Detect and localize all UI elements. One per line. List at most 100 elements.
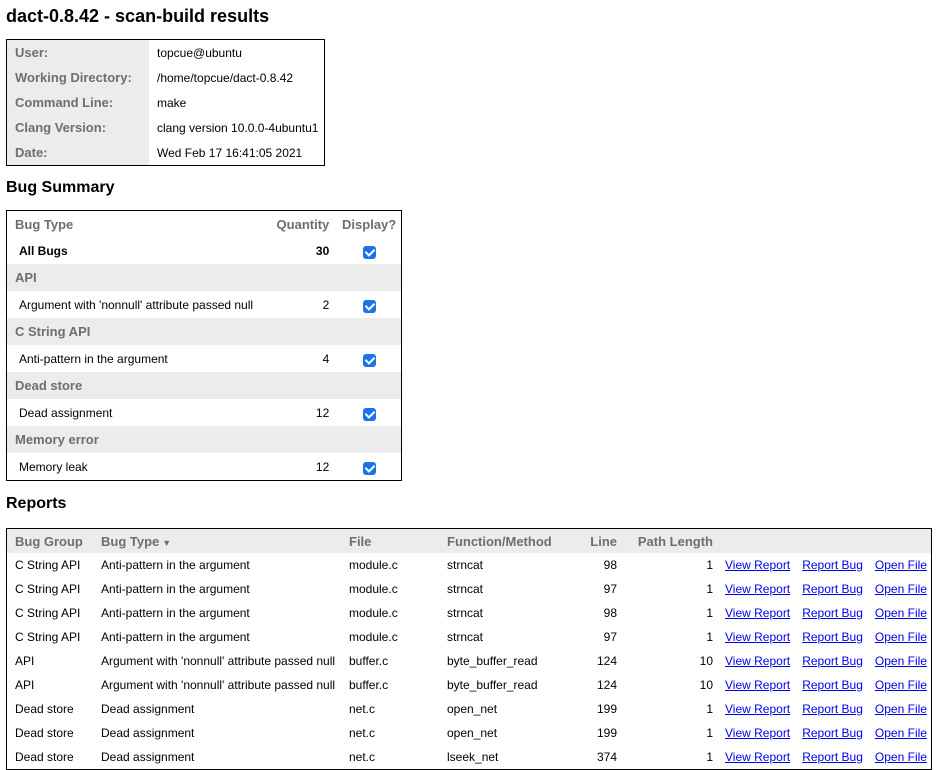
display-checkbox[interactable] bbox=[362, 407, 376, 421]
report-bug-link[interactable]: Report Bug bbox=[802, 582, 863, 596]
report-bug-link[interactable]: Report Bug bbox=[802, 558, 863, 572]
open-file-link[interactable]: Open File bbox=[875, 582, 927, 596]
summary-group-spacer bbox=[335, 318, 402, 345]
report-bug-link[interactable]: Report Bug bbox=[802, 726, 863, 740]
display-checkbox[interactable] bbox=[362, 299, 376, 313]
report-cell-path-length: 1 bbox=[706, 558, 713, 572]
report-cell-view-report-link: View Report bbox=[717, 673, 794, 697]
report-cell-path-length: 1 bbox=[706, 750, 713, 764]
info-label: Date: bbox=[6, 140, 149, 166]
info-label: Command Line: bbox=[6, 90, 149, 115]
summary-col-quantity: Quantity bbox=[267, 210, 336, 237]
info-value: clang version 10.0.0-4ubuntu1 bbox=[157, 120, 319, 135]
view-report-link[interactable]: View Report bbox=[725, 702, 790, 716]
open-file-link[interactable]: Open File bbox=[875, 726, 927, 740]
report-cell-bug-group: Dead store bbox=[15, 726, 74, 740]
open-file-link[interactable]: Open File bbox=[875, 558, 927, 572]
info-row: Working Directory: /home/topcue/dact-0.8.… bbox=[6, 65, 325, 90]
report-cell-file: buffer.c bbox=[349, 678, 389, 692]
summary-group-spacer bbox=[267, 372, 336, 399]
display-checkbox-all-bugs[interactable] bbox=[362, 245, 376, 259]
bug-summary-heading: Bug Summary bbox=[6, 179, 115, 196]
reports-header-row: Bug Group Bug Type ▼ File Function/Method… bbox=[6, 528, 932, 553]
report-cell-path-length: 10 bbox=[699, 678, 713, 692]
report-cell-path-length: 1 bbox=[706, 702, 713, 716]
display-checkbox[interactable] bbox=[362, 461, 376, 475]
info-row: Date: Wed Feb 17 16:41:05 2021 bbox=[6, 140, 325, 166]
report-cell-open-file-link: Open File bbox=[867, 601, 932, 625]
info-row: User: topcue@ubuntu bbox=[6, 39, 325, 65]
report-cell-view-report-link: View Report bbox=[717, 649, 794, 673]
col-line[interactable]: Line bbox=[575, 528, 621, 553]
summary-item-label: Memory leak bbox=[19, 459, 88, 474]
view-report-link[interactable]: View Report bbox=[725, 678, 790, 692]
col-file[interactable]: File bbox=[341, 528, 439, 553]
report-cell-bug-group: API bbox=[15, 678, 35, 692]
report-bug-link[interactable]: Report Bug bbox=[802, 702, 863, 716]
report-cell-line: 124 bbox=[596, 654, 617, 668]
view-report-link[interactable]: View Report bbox=[725, 630, 790, 644]
view-report-link[interactable]: View Report bbox=[725, 726, 790, 740]
summary-group-spacer bbox=[267, 426, 336, 453]
view-report-link[interactable]: View Report bbox=[725, 606, 790, 620]
report-cell-line: 124 bbox=[596, 678, 617, 692]
report-bug-link[interactable]: Report Bug bbox=[802, 654, 863, 668]
open-file-link[interactable]: Open File bbox=[875, 750, 927, 764]
report-cell-view-report-link: View Report bbox=[717, 601, 794, 625]
col-bug-group[interactable]: Bug Group bbox=[6, 528, 93, 553]
report-cell-bug-group: Dead store bbox=[15, 750, 74, 764]
summary-item-display bbox=[335, 345, 401, 372]
page-title: dact-0.8.42 - scan-build results bbox=[6, 6, 270, 26]
report-cell-function: lseek_net bbox=[447, 750, 499, 764]
report-bug-link[interactable]: Report Bug bbox=[802, 750, 863, 764]
report-cell-file: buffer.c bbox=[349, 654, 389, 668]
open-file-link[interactable]: Open File bbox=[875, 630, 927, 644]
display-checkbox[interactable] bbox=[362, 353, 376, 367]
report-bug-link[interactable]: Report Bug bbox=[802, 606, 863, 620]
report-cell-line: 98 bbox=[603, 606, 617, 620]
view-report-link[interactable]: View Report bbox=[725, 654, 790, 668]
open-file-link[interactable]: Open File bbox=[875, 654, 927, 668]
report-cell-open-file-link: Open File bbox=[867, 577, 932, 601]
report-cell-bug-type: Anti-pattern in the argument bbox=[101, 558, 250, 572]
open-file-link[interactable]: Open File bbox=[875, 606, 927, 620]
view-report-link[interactable]: View Report bbox=[725, 558, 790, 572]
summary-item-label: Anti-pattern in the argument bbox=[19, 351, 168, 366]
summary-group-name: C String API bbox=[6, 318, 267, 345]
report-cell-bug-group: C String API bbox=[15, 630, 81, 644]
open-file-link[interactable]: Open File bbox=[875, 702, 927, 716]
report-cell-file: net.c bbox=[349, 726, 376, 740]
summary-item-display bbox=[335, 453, 401, 481]
report-row: Dead store Dead assignment net.c lseek_net 3… bbox=[7, 745, 932, 770]
bug-summary-table: Bug Type Quantity Display? All Bugs 30 API… bbox=[6, 210, 402, 481]
open-file-link[interactable]: Open File bbox=[875, 678, 927, 692]
report-bug-link[interactable]: Report Bug bbox=[802, 678, 863, 692]
report-cell-bug-type: Anti-pattern in the argument bbox=[101, 606, 250, 620]
summary-group-spacer bbox=[335, 426, 402, 453]
view-report-link[interactable]: View Report bbox=[725, 750, 790, 764]
report-cell-bug-type: Anti-pattern in the argument bbox=[101, 630, 250, 644]
report-cell-file: net.c bbox=[349, 750, 376, 764]
summary-item-quantity: 12 bbox=[315, 459, 330, 474]
report-cell-report-bug-link: Report Bug bbox=[794, 697, 867, 721]
report-cell-report-bug-link: Report Bug bbox=[794, 601, 867, 625]
col-function[interactable]: Function/Method bbox=[439, 528, 575, 553]
info-value: make bbox=[157, 95, 187, 110]
report-row: Dead store Dead assignment net.c open_net 19… bbox=[7, 697, 932, 721]
summary-item-quantity: 4 bbox=[322, 351, 330, 366]
col-path-length[interactable]: Path Length bbox=[621, 528, 717, 553]
summary-item-row: Anti-pattern in the argument 4 bbox=[7, 345, 402, 372]
info-label: User: bbox=[6, 39, 149, 65]
report-cell-line: 199 bbox=[596, 726, 617, 740]
col-open-file bbox=[866, 528, 932, 553]
info-table: User: topcue@ubuntu Working Directory: /hom… bbox=[6, 39, 326, 166]
report-cell-bug-type: Argument with 'nonnull' attribute passed… bbox=[101, 678, 336, 692]
summary-item-quantity: 12 bbox=[315, 405, 330, 420]
report-bug-link[interactable]: Report Bug bbox=[802, 630, 863, 644]
view-report-link[interactable]: View Report bbox=[725, 582, 790, 596]
col-bug-type[interactable]: Bug Type ▼ bbox=[93, 528, 341, 553]
summary-group-row: API bbox=[6, 264, 402, 291]
report-cell-path-length: 10 bbox=[699, 654, 713, 668]
report-cell-bug-group: API bbox=[15, 654, 35, 668]
report-cell-bug-type: Dead assignment bbox=[101, 702, 195, 716]
